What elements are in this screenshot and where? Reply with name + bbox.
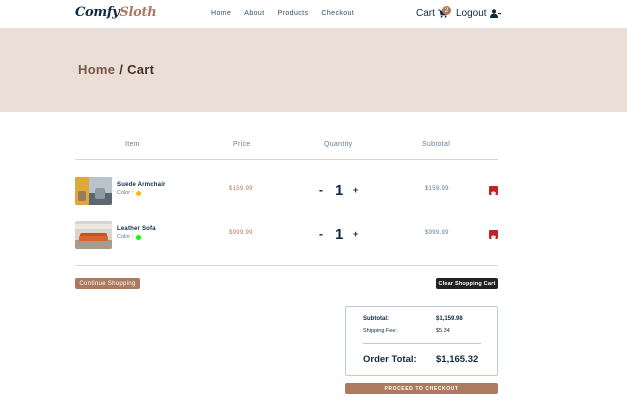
totals-divider	[363, 343, 481, 344]
cart-count-badge: 2	[442, 6, 451, 15]
items-divider	[75, 265, 498, 266]
increase-button[interactable]: +	[353, 229, 358, 239]
order-total-value: $1,165.32	[436, 354, 479, 365]
trash-icon	[491, 235, 496, 242]
breadcrumb-current: Cart	[127, 62, 155, 77]
subtotal-label: Subtotal:	[363, 316, 389, 322]
nav-link-checkout[interactable]: Checkout	[321, 10, 354, 17]
trash-icon	[491, 191, 496, 198]
breadcrumb-home-link[interactable]: Home	[78, 62, 115, 77]
remove-item-button[interactable]	[489, 230, 498, 242]
continue-shopping-button[interactable]: Continue Shopping	[75, 278, 140, 289]
item-color-label: Color :	[117, 234, 134, 240]
shipping-value: $5.34	[436, 328, 450, 334]
decrease-button[interactable]: -	[319, 183, 323, 197]
color-swatch	[136, 190, 142, 196]
item-name: Leather Sofa	[117, 226, 156, 232]
clear-cart-button[interactable]: Clear Shopping Cart	[436, 278, 498, 289]
column-header-subtotal: Subtotal	[422, 141, 451, 148]
item-color: Color :	[117, 234, 142, 240]
logout-label: Logout	[456, 8, 487, 19]
item-thumbnail	[75, 177, 112, 205]
navbar: ComfySloth Home About Products Checkout …	[0, 0, 627, 28]
nav-links: Home About Products Checkout	[211, 10, 354, 17]
item-name: Suede Armchair	[117, 182, 166, 188]
header-divider	[75, 159, 498, 160]
user-minus-icon	[489, 9, 501, 18]
quantity-value: 1	[335, 226, 344, 243]
order-total-label: Order Total:	[363, 354, 417, 365]
increase-button[interactable]: +	[353, 185, 358, 195]
remove-item-button[interactable]	[489, 186, 498, 198]
quantity-stepper: - 1 +	[319, 180, 361, 200]
item-color: Color :	[117, 190, 142, 196]
column-header-price: Price	[233, 141, 251, 148]
page-hero: Home / Cart	[0, 28, 627, 112]
cart-item-row: Suede Armchair Color : $159.99 - 1 + $15…	[75, 177, 498, 205]
brand-name-part1: Comfy	[75, 5, 120, 20]
item-thumbnail	[75, 221, 112, 249]
cart-item-row: Leather Sofa Color : $999.99 - 1 + $999.…	[75, 221, 498, 249]
nav-link-about[interactable]: About	[244, 10, 264, 17]
item-color-label: Color :	[117, 190, 134, 196]
shipping-label: Shipping Fee:	[363, 328, 397, 334]
subtotal-value: $1,159.98	[436, 316, 463, 322]
brand-logo[interactable]: ComfySloth	[75, 5, 157, 20]
item-price: $999.99	[229, 230, 253, 236]
quantity-stepper: - 1 +	[319, 224, 361, 244]
column-header-item: Item	[125, 141, 140, 148]
color-swatch	[136, 234, 142, 240]
item-subtotal: $999.99	[425, 230, 449, 236]
item-price: $159.99	[229, 186, 253, 192]
logout-button[interactable]: Logout	[456, 8, 501, 19]
nav-link-home[interactable]: Home	[211, 10, 231, 17]
breadcrumb-separator: /	[115, 62, 128, 77]
nav-link-products[interactable]: Products	[278, 10, 309, 17]
decrease-button[interactable]: -	[319, 227, 323, 241]
brand-name-part2: Sloth	[119, 5, 157, 20]
proceed-to-checkout-button[interactable]: PROCEED TO CHECKOUT	[345, 383, 498, 394]
column-header-quantity: Quantity	[324, 141, 353, 148]
breadcrumb: Home / Cart	[78, 62, 154, 77]
cart-label: Cart	[416, 8, 435, 19]
item-subtotal: $159.99	[425, 186, 449, 192]
cart-totals: Subtotal: $1,159.98 Shipping Fee: $5.34 …	[345, 306, 498, 376]
quantity-value: 1	[335, 182, 344, 199]
